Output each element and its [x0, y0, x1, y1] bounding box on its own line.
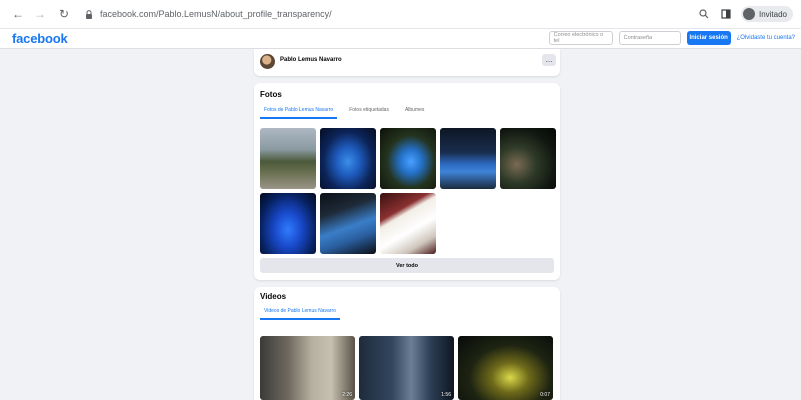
photo-thumbnail[interactable] — [500, 128, 556, 189]
guest-avatar-icon — [742, 8, 755, 20]
photo-thumbnail[interactable] — [260, 193, 316, 254]
tab-own-videos[interactable]: Videos de Pablo Lemus Navarro — [260, 308, 340, 320]
profile-avatar[interactable] — [260, 54, 275, 69]
zoom-icon[interactable] — [697, 7, 711, 21]
facebook-header: facebook Correo electrónico o tel Contra… — [0, 29, 801, 49]
login-form: Correo electrónico o tel Contraseña Inic… — [548, 31, 795, 45]
login-button[interactable]: Iniciar sesión — [686, 31, 731, 45]
videos-section: Videos Videos de Pablo Lemus Navarro 2:2… — [254, 287, 560, 400]
photos-section: Fotos Fotos de Pablo Lemus Navarro Fotos… — [254, 83, 560, 280]
photo-grid — [260, 128, 556, 254]
video-row: 2:26 1:56 0:07 — [260, 336, 553, 400]
forgot-account-link[interactable]: ¿Olvidaste tu cuenta? — [737, 35, 795, 41]
video-duration: 2:26 — [342, 392, 352, 398]
address-bar[interactable]: facebook.com/Pablo.LemusN/about_profile_… — [100, 9, 332, 19]
guest-profile-button[interactable]: Invitado — [740, 6, 793, 22]
video-thumbnail[interactable]: 2:26 — [260, 336, 355, 400]
email-field[interactable]: Correo electrónico o tel — [548, 31, 613, 45]
videos-title: Videos — [260, 292, 287, 301]
profile-name[interactable]: Pablo Lemus Navarro — [280, 57, 342, 63]
password-field[interactable]: Contraseña — [618, 31, 681, 45]
browser-toolbar: ← → ↻ facebook.com/Pablo.LemusN/about_pr… — [0, 0, 801, 29]
photo-thumbnail[interactable] — [320, 193, 376, 254]
photos-tabs: Fotos de Pablo Lemus Navarro Fotos etiqu… — [260, 107, 428, 119]
tab-tagged-photos[interactable]: Fotos etiquetadas — [345, 107, 393, 119]
photo-thumbnail[interactable] — [320, 128, 376, 189]
guest-profile-label: Invitado — [758, 9, 787, 19]
profile-header-card: Pablo Lemus Navarro … — [254, 49, 560, 76]
photo-thumbnail[interactable] — [380, 128, 436, 189]
lock-icon[interactable] — [84, 9, 94, 19]
video-duration: 1:56 — [441, 392, 451, 398]
side-panel-icon[interactable] — [719, 7, 733, 21]
videos-tabs: Videos de Pablo Lemus Navarro — [260, 308, 340, 320]
forward-arrow-icon[interactable]: → — [32, 6, 48, 22]
video-thumbnail[interactable]: 0:07 — [458, 336, 553, 400]
video-thumbnail[interactable]: 1:56 — [359, 336, 454, 400]
back-arrow-icon[interactable]: ← — [10, 6, 26, 22]
more-options-button[interactable]: … — [542, 54, 556, 66]
photo-thumbnail[interactable] — [440, 128, 496, 189]
see-all-photos-button[interactable]: Ver todo — [260, 258, 554, 273]
tab-own-photos[interactable]: Fotos de Pablo Lemus Navarro — [260, 107, 338, 119]
photo-thumbnail[interactable] — [260, 128, 316, 189]
reload-icon[interactable]: ↻ — [56, 6, 72, 22]
tab-albums[interactable]: Álbumes — [401, 107, 428, 119]
video-duration: 0:07 — [540, 392, 550, 398]
facebook-logo[interactable]: facebook — [12, 31, 68, 46]
photos-title: Fotos — [260, 90, 282, 99]
photo-thumbnail[interactable] — [380, 193, 436, 254]
